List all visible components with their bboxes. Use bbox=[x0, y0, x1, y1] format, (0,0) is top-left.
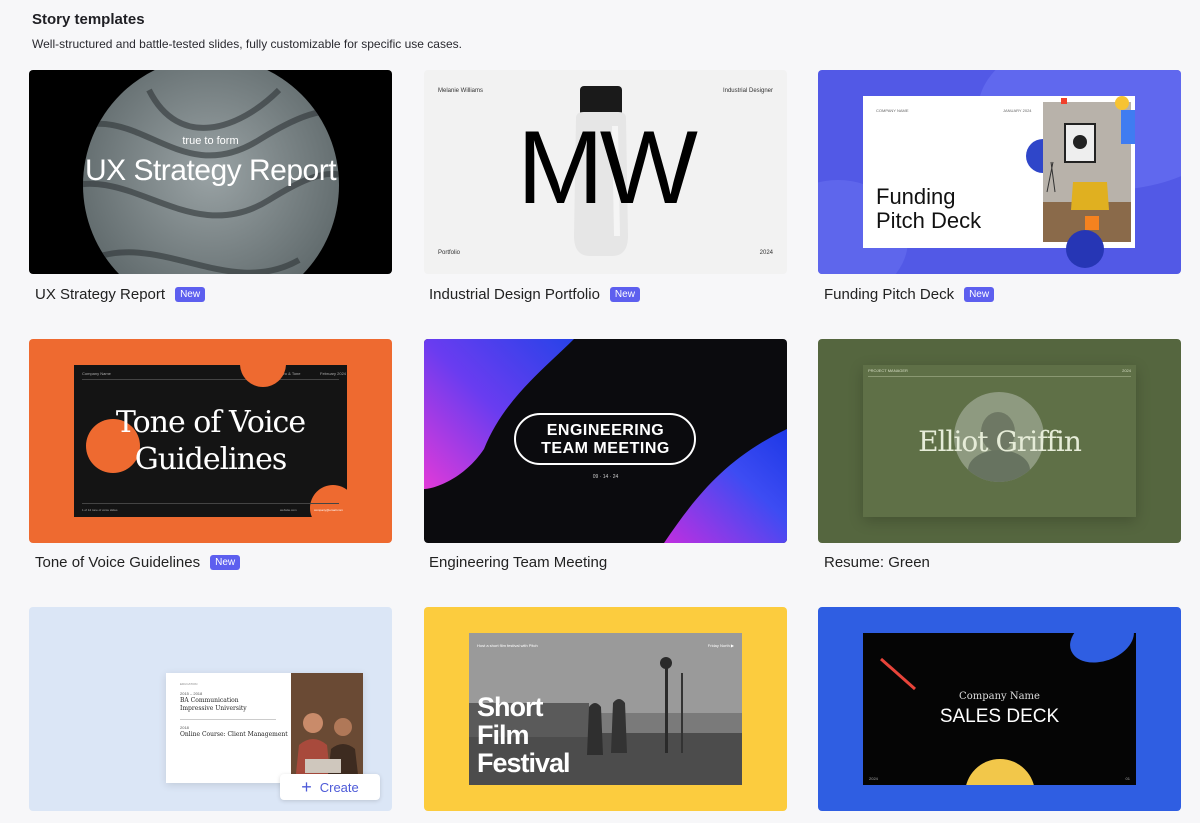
edu-school: Impressive University bbox=[180, 705, 247, 712]
slide-foot-right: company@email.com bbox=[314, 508, 343, 512]
card-label-row: Tone of Voice Guidelines New bbox=[35, 554, 241, 571]
orange-circle-top bbox=[240, 365, 286, 387]
accent-bar-blue bbox=[1121, 110, 1135, 144]
template-card-engineering-team-meeting[interactable]: ENGINEERING TEAM MEETING 09 · 14 · 24 bbox=[424, 339, 787, 543]
template-card-funding-pitch-deck[interactable]: COMPANY NAME JANUARY 2024 Funding Pitch … bbox=[818, 70, 1181, 274]
slide-preview: EDUCATION 2015 – 2018 BA Communication I… bbox=[166, 673, 363, 783]
edu-degree: BA Communication bbox=[180, 697, 239, 704]
section-label: EDUCATION bbox=[180, 682, 198, 686]
monogram: MW bbox=[517, 110, 698, 226]
slide-title-line1: Tone of Voice bbox=[115, 405, 306, 440]
slide-preview: Company Name Intro & Tone February 2024 … bbox=[74, 365, 347, 517]
edu-course: Online Course: Client Management bbox=[180, 731, 288, 738]
template-card-tone-of-voice-guidelines[interactable]: Company Name Intro & Tone February 2024 … bbox=[29, 339, 392, 543]
slide-top-right: Friday North ▶ bbox=[707, 643, 734, 648]
orange-circle-bottom bbox=[310, 485, 347, 517]
new-badge: New bbox=[609, 287, 640, 302]
edu-divider bbox=[180, 719, 276, 720]
slide-top-right: 2024 bbox=[1122, 368, 1131, 373]
company-name: COMPANY NAME bbox=[876, 108, 909, 113]
slide-title: SALES DECK bbox=[939, 706, 1060, 727]
slide-preview: PROJECT MANAGER 2024 Elliot Griffin bbox=[863, 365, 1136, 517]
template-card-ux-strategy-report[interactable]: true to form UX Strategy Report bbox=[29, 70, 392, 274]
template-card-sales-deck[interactable]: Company Name SALES DECK 2024 01 bbox=[818, 607, 1181, 811]
slide-title-line1: Short bbox=[477, 692, 543, 722]
slide-preview: COMPANY NAME JANUARY 2024 Funding Pitch … bbox=[863, 96, 1135, 248]
slide-foot-right: 01 bbox=[1125, 776, 1130, 781]
new-badge: New bbox=[210, 555, 241, 570]
create-button[interactable]: + Create bbox=[280, 774, 380, 800]
people-photo bbox=[291, 673, 363, 783]
template-card-resume-education[interactable]: EDUCATION 2015 – 2018 BA Communication I… bbox=[29, 607, 392, 811]
slide-foot-left: 2024 bbox=[869, 776, 878, 781]
slide-date: 09 · 14 · 24 bbox=[592, 474, 619, 480]
yellow-semicircle bbox=[965, 759, 1035, 785]
author-name: Melanie Williams bbox=[438, 88, 484, 94]
accent-square-red bbox=[1061, 98, 1067, 104]
slide-top-left: PROJECT MANAGER bbox=[868, 368, 908, 373]
red-slash bbox=[880, 657, 916, 691]
card-label-row: Funding Pitch Deck New bbox=[824, 286, 995, 303]
card-kicker: true to form bbox=[182, 135, 239, 147]
slide-title-line2: Film bbox=[477, 720, 530, 750]
company-name: Company Name bbox=[959, 691, 1040, 702]
slide-top-right: February 2024 bbox=[320, 371, 347, 376]
slide-foot-mid: website.com bbox=[280, 508, 297, 512]
accent-circle-yellow bbox=[1115, 96, 1129, 110]
card-label-row: UX Strategy Report New bbox=[35, 286, 206, 303]
card-label[interactable]: Funding Pitch Deck bbox=[824, 286, 954, 303]
section-subtitle: Well-structured and battle-tested slides… bbox=[32, 37, 462, 51]
card-slide-title: UX Strategy Report bbox=[84, 154, 337, 187]
edu-year-2: 2018 bbox=[180, 725, 189, 730]
template-card-short-film-festival[interactable]: Host a short film festival with Pitch Fr… bbox=[424, 607, 787, 811]
slide-date: JANUARY 2024 bbox=[1003, 108, 1032, 113]
slide-preview: Host a short film festival with Pitch Fr… bbox=[469, 633, 742, 785]
card-label[interactable]: Industrial Design Portfolio bbox=[429, 286, 600, 303]
footer-right: 2024 bbox=[759, 250, 773, 256]
card-label-row: Engineering Team Meeting bbox=[429, 554, 607, 571]
slide-title-line3: Festival bbox=[477, 748, 571, 778]
section-title: Story templates bbox=[32, 11, 145, 28]
card-label[interactable]: Tone of Voice Guidelines bbox=[35, 554, 200, 571]
plus-icon: + bbox=[301, 777, 312, 797]
create-button-label: Create bbox=[319, 779, 359, 795]
card-label-row: Resume: Green bbox=[824, 554, 930, 571]
slide-top-left: Host a short film festival with Pitch bbox=[477, 643, 538, 648]
author-role: Industrial Designer bbox=[722, 88, 773, 94]
template-card-resume-green[interactable]: PROJECT MANAGER 2024 Elliot Griffin bbox=[818, 339, 1181, 543]
slide-preview: Company Name SALES DECK 2024 01 bbox=[863, 633, 1136, 785]
top-divider bbox=[82, 379, 339, 380]
slide-title-line1: ENGINEERING bbox=[546, 422, 665, 439]
edu-year-1: 2015 – 2018 bbox=[180, 691, 203, 696]
accent-square-orange bbox=[1085, 216, 1099, 230]
card-label[interactable]: Engineering Team Meeting bbox=[429, 554, 607, 571]
new-badge: New bbox=[175, 287, 206, 302]
slide-top-left: Company Name bbox=[82, 371, 111, 376]
blue-blob bbox=[1063, 633, 1136, 671]
blue-semicircle bbox=[1066, 230, 1104, 268]
card-label-row: Industrial Design Portfolio New bbox=[429, 286, 640, 303]
slide-title-line2: Pitch Deck bbox=[876, 208, 982, 233]
card-label[interactable]: Resume: Green bbox=[824, 554, 930, 571]
slide-title-line1: Funding bbox=[876, 184, 956, 209]
slide-title-line2: Guidelines bbox=[134, 442, 288, 477]
new-badge: New bbox=[964, 287, 995, 302]
slide-foot-left: 1 of 12 tone of voice slides bbox=[82, 508, 118, 512]
footer-left: Portfolio bbox=[438, 250, 461, 256]
card-label[interactable]: UX Strategy Report bbox=[35, 286, 165, 303]
bottom-divider bbox=[82, 503, 339, 504]
slide-title-line2: TEAM MEETING bbox=[541, 440, 670, 457]
top-divider bbox=[868, 376, 1131, 377]
resume-name: Elliot Griffin bbox=[918, 425, 1082, 458]
template-card-industrial-design-portfolio[interactable]: Melanie Williams Industrial Designer MW … bbox=[424, 70, 787, 274]
